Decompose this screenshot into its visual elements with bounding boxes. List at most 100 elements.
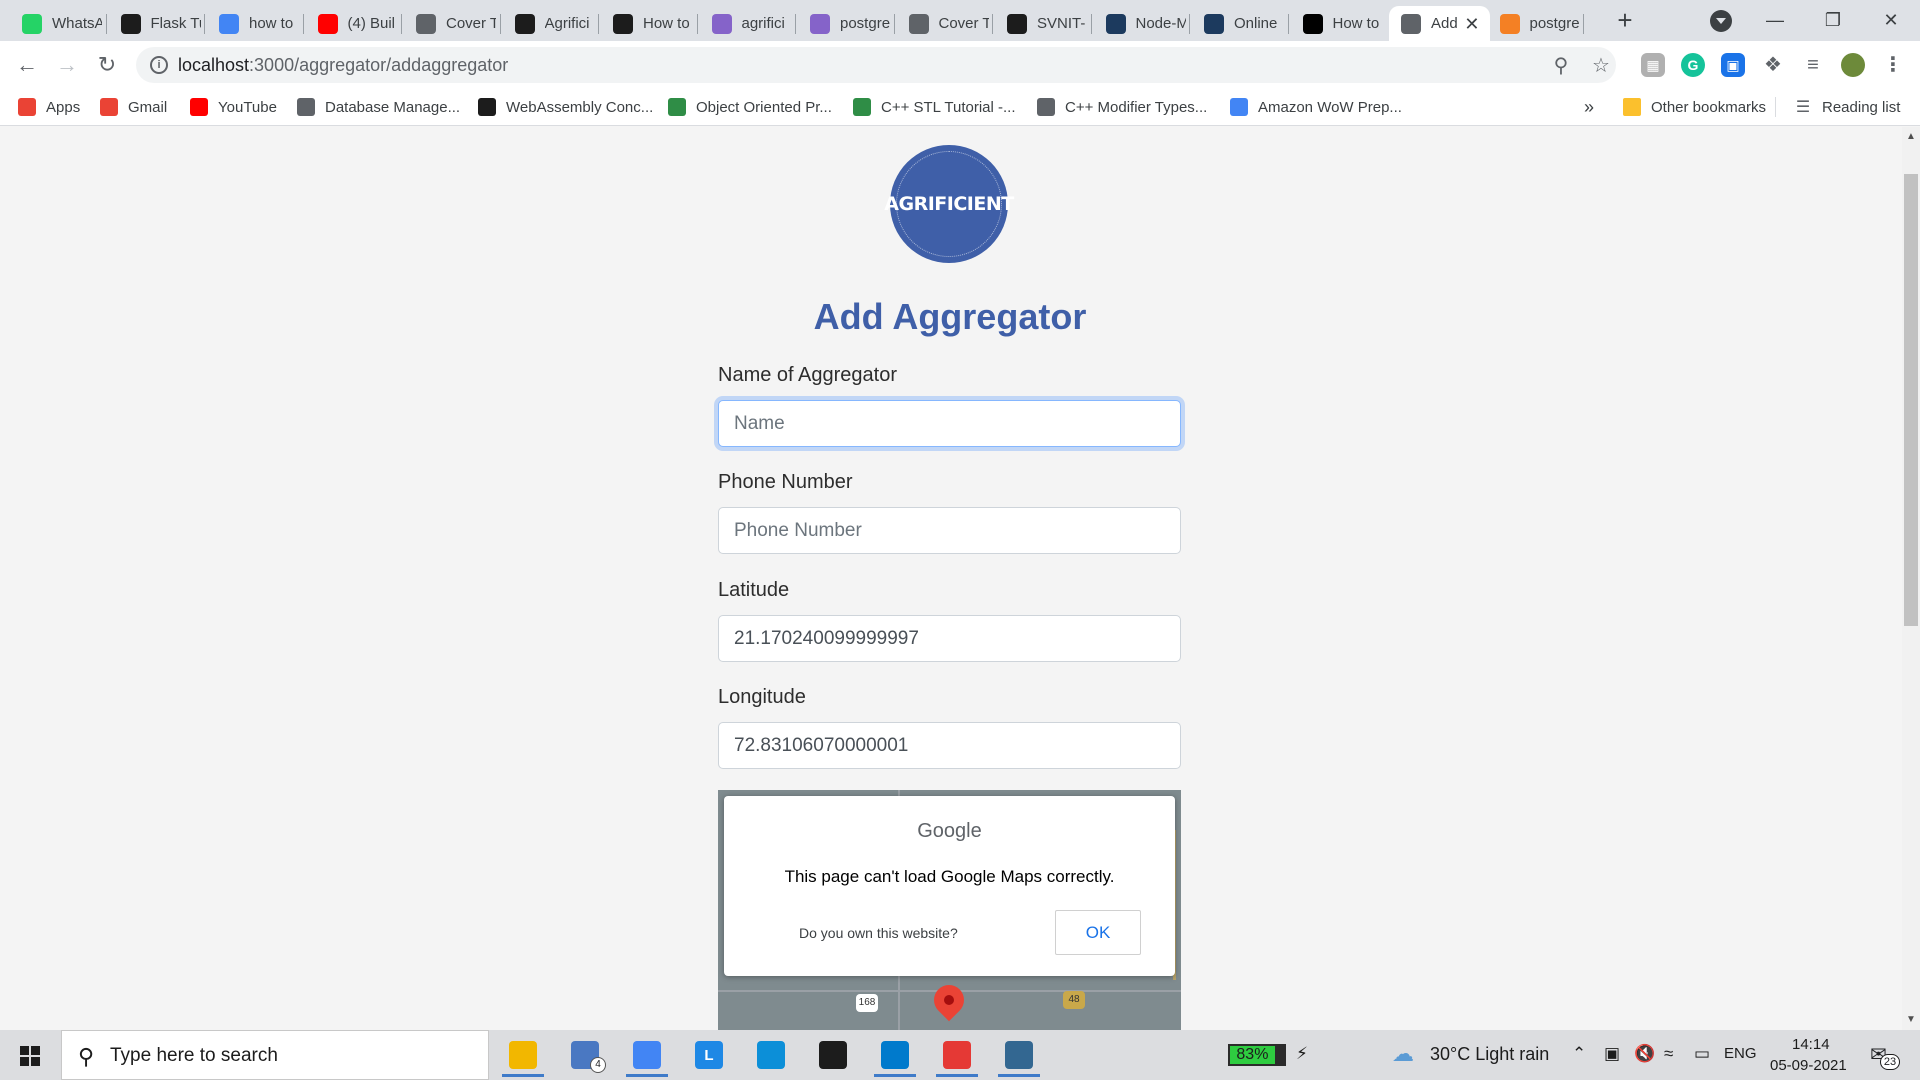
location-icon[interactable]: ⚲ [1550,55,1572,77]
browser-tab[interactable]: Flask Tu [109,6,204,41]
screen-recorder-icon [943,1041,971,1069]
start-button[interactable] [0,1030,60,1080]
tab-title: how to [249,15,294,32]
gfg-icon [668,98,686,116]
bookmark-item[interactable]: Amazon WoW Prep... [1230,95,1402,119]
taskbar-app-button[interactable] [806,1033,860,1077]
restore-button[interactable]: ❐ [1810,6,1856,36]
battery-tray-icon[interactable]: ▭ [1694,1044,1710,1064]
other-bookmarks-folder[interactable]: Other bookmarks [1623,95,1766,119]
meet-now-icon[interactable]: ▣ [1604,1044,1620,1064]
tab-search-button[interactable] [1710,10,1732,32]
bookmark-label: C++ Modifier Types... [1065,98,1208,116]
tab-title: Agrifici [544,15,590,32]
map-ok-button[interactable]: OK [1055,910,1141,955]
browser-tab[interactable]: postgre [1488,6,1583,41]
taskbar-app-button[interactable]: L [682,1033,736,1077]
chevron-up-icon[interactable]: ⌃ [1572,1044,1586,1064]
latitude-input[interactable] [718,615,1181,662]
notifications-button[interactable]: ✉ 23 [1868,1040,1900,1070]
browser-tab[interactable]: how to [207,6,302,41]
clock-time[interactable]: 14:14 [1792,1036,1830,1053]
taskbar-app-button[interactable] [868,1033,922,1077]
browser-tab[interactable]: Agrifici [503,6,598,41]
site-info-icon[interactable]: i [150,56,168,74]
browser-tab[interactable]: How to [601,6,696,41]
tab-separator [105,14,107,34]
browser-tab[interactable]: agrifici [700,6,795,41]
own-website-link[interactable]: Do you own this website? [799,925,958,941]
extension-puzzle-box-icon[interactable]: ▦ [1641,53,1665,77]
phone-input[interactable] [718,507,1181,554]
screen-capture-icon[interactable]: ▣ [1721,53,1745,77]
browser-tab[interactable]: WhatsA [10,6,105,41]
scrollbar-thumb[interactable] [1904,174,1918,626]
browser-tab[interactable]: Node-M [1094,6,1189,41]
browser-tab[interactable]: Add ✕ [1389,6,1490,41]
browser-tab[interactable]: Cover T [897,6,992,41]
tab-separator [401,14,402,34]
back-button[interactable]: ← [13,51,41,79]
minimize-button[interactable]: — [1752,6,1798,36]
tab-title: SVNIT- [1037,15,1086,32]
taskbar-app-button[interactable] [620,1033,674,1077]
language-indicator[interactable]: ENG [1724,1045,1757,1062]
bookmarks-divider [1775,97,1776,117]
volume-muted-icon[interactable]: 🔇 [1634,1044,1655,1064]
stackoverflow-icon [1499,13,1520,34]
tab-title: agrifici [741,15,785,32]
tab-title: How to [1332,15,1380,32]
battery-indicator[interactable]: 83% [1228,1044,1286,1066]
scroll-up-arrow[interactable]: ▲ [1904,130,1918,144]
road-shield-168: 168 [856,994,878,1012]
profile-avatar[interactable] [1841,53,1865,77]
forward-button[interactable]: → [53,51,81,79]
longitude-input[interactable] [718,722,1181,769]
bookmark-item[interactable]: Gmail [100,95,167,119]
extensions-icon[interactable]: ❖ [1761,53,1785,77]
bookmark-label: Apps [46,98,81,116]
clock-date[interactable]: 05-09-2021 [1770,1057,1847,1074]
browser-tab[interactable]: (4) Buil [306,6,401,41]
bookmarks-overflow-button[interactable]: » [1584,95,1594,119]
taskbar-app-button[interactable] [930,1033,984,1077]
bookmark-item[interactable]: Database Manage... [297,95,460,119]
name-input[interactable] [718,400,1181,447]
wifi-icon[interactable]: ≈ [1664,1044,1673,1064]
bookmark-item[interactable]: C++ STL Tutorial -... [853,95,1016,119]
tab-title: WhatsA [52,15,102,32]
dev-icon [1302,13,1323,34]
taskbar-app-button[interactable] [744,1033,798,1077]
tab-title: postgre [1529,15,1580,32]
browser-menu-icon[interactable]: ⋮ [1881,53,1905,77]
browser-tab[interactable]: How to [1291,6,1386,41]
flask-icon [120,13,141,34]
taskbar-search-box[interactable]: ⚲ Type here to search [61,1030,489,1080]
new-tab-button[interactable]: + [1610,6,1640,36]
url-text[interactable]: localhost:3000/aggregator/addaggregator [178,55,508,76]
browser-tab[interactable]: postgre [798,6,893,41]
browser-tab[interactable]: Online [1192,6,1287,41]
bookmark-item[interactable]: YouTube [190,95,277,119]
reading-list-button[interactable]: ☰ Reading list [1794,95,1901,119]
reload-button[interactable]: ↻ [93,51,121,79]
address-bar[interactable]: i localhost:3000/aggregator/addaggregato… [136,47,1616,83]
browser-tab[interactable]: Cover T [404,6,499,41]
browser-tab[interactable]: SVNIT- [995,6,1090,41]
bookmark-item[interactable]: C++ Modifier Types... [1037,95,1207,119]
taskbar-app-button[interactable] [496,1033,550,1077]
taskbar-app-button[interactable] [992,1033,1046,1077]
close-window-button[interactable]: ✕ [1868,6,1914,36]
tab-title: Cover T [938,15,989,32]
close-tab-icon[interactable]: ✕ [1464,14,1479,35]
grammarly-icon[interactable]: G [1681,53,1705,77]
weather-text[interactable]: 30°C Light rain [1430,1044,1549,1065]
bookmark-item[interactable]: WebAssembly Conc... [478,95,653,119]
taskbar-app-button[interactable]: 4 [558,1033,612,1077]
bookmark-item[interactable]: Object Oriented Pr... [668,95,832,119]
youtube-icon [190,98,208,116]
scroll-down-arrow[interactable]: ▼ [1904,1013,1918,1027]
bookmark-star-icon[interactable]: ☆ [1590,55,1612,77]
media-control-icon[interactable]: ≡ [1801,53,1825,77]
bookmark-item[interactable]: Apps [18,95,80,119]
